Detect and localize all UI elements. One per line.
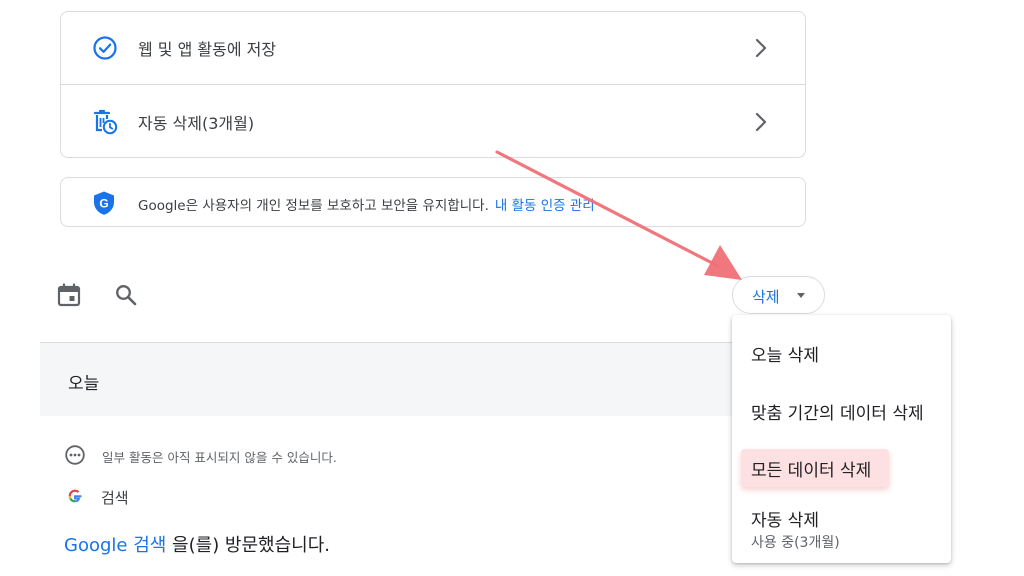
privacy-banner-text: Google은 사용자의 개인 정보를 보호하고 보안을 유지합니다.	[138, 198, 489, 214]
menu-item-label: 모든 데이터 삭제	[751, 461, 872, 481]
delete-menu: 오늘 삭제 맞춤 기간의 데이터 삭제 모든 데이터 삭제 자동 삭제 사용 중…	[732, 315, 951, 563]
menu-item-label: 맞춤 기간의 데이터 삭제	[751, 404, 924, 424]
activity-entry: Google 검색 을(를) 방문했습니다.	[64, 531, 330, 557]
service-label: 검색	[101, 489, 129, 507]
calendar-icon[interactable]	[55, 281, 83, 309]
menu-item-auto-delete[interactable]: 자동 삭제 사용 중(3개월)	[732, 500, 951, 560]
google-g-icon	[66, 487, 84, 509]
web-app-activity-row[interactable]: 웹 및 앱 활동에 저장	[61, 12, 805, 85]
menu-item-delete-all[interactable]: 모든 데이터 삭제	[732, 449, 951, 491]
more-horizontal-icon	[64, 444, 86, 470]
menu-item-delete-custom-range[interactable]: 맞춤 기간의 데이터 삭제	[732, 391, 951, 431]
delete-dropdown-button[interactable]: 삭제	[732, 276, 825, 314]
delete-button-label: 삭제	[752, 288, 780, 306]
menu-item-label: 자동 삭제	[751, 511, 819, 531]
notice-text: 일부 활동은 아직 표시되지 않을 수 있습니다.	[102, 450, 337, 465]
activity-controls-card: 웹 및 앱 활동에 저장 자동 삭제(3개월)	[60, 11, 806, 158]
privacy-banner: G Google은 사용자의 개인 정보를 보호하고 보안을 유지합니다. 내 활…	[60, 177, 806, 227]
caret-down-icon	[797, 293, 805, 298]
auto-delete-row[interactable]: 자동 삭제(3개월)	[61, 85, 805, 158]
chevron-right-icon[interactable]	[751, 38, 771, 58]
activity-entry-suffix: 을(를) 방문했습니다.	[166, 535, 331, 556]
search-icon[interactable]	[112, 281, 140, 309]
web-app-activity-label: 웹 및 앱 활동에 저장	[138, 40, 277, 59]
manage-activity-verification-link[interactable]: 내 활동 인증 관리	[495, 198, 595, 214]
google-shield-icon: G	[91, 190, 117, 216]
google-search-link[interactable]: Google 검색	[64, 535, 166, 556]
date-header-label: 오늘	[68, 374, 100, 394]
svg-text:G: G	[99, 197, 108, 211]
date-header: 오늘	[40, 343, 735, 416]
check-circle-icon	[91, 34, 119, 62]
menu-item-delete-today[interactable]: 오늘 삭제	[732, 333, 951, 373]
auto-delete-label: 자동 삭제(3개월)	[138, 113, 255, 133]
chevron-right-icon[interactable]	[751, 112, 771, 132]
menu-item-sublabel: 사용 중(3개월)	[751, 535, 840, 551]
auto-delete-icon	[91, 108, 119, 136]
menu-item-label: 오늘 삭제	[751, 346, 819, 366]
